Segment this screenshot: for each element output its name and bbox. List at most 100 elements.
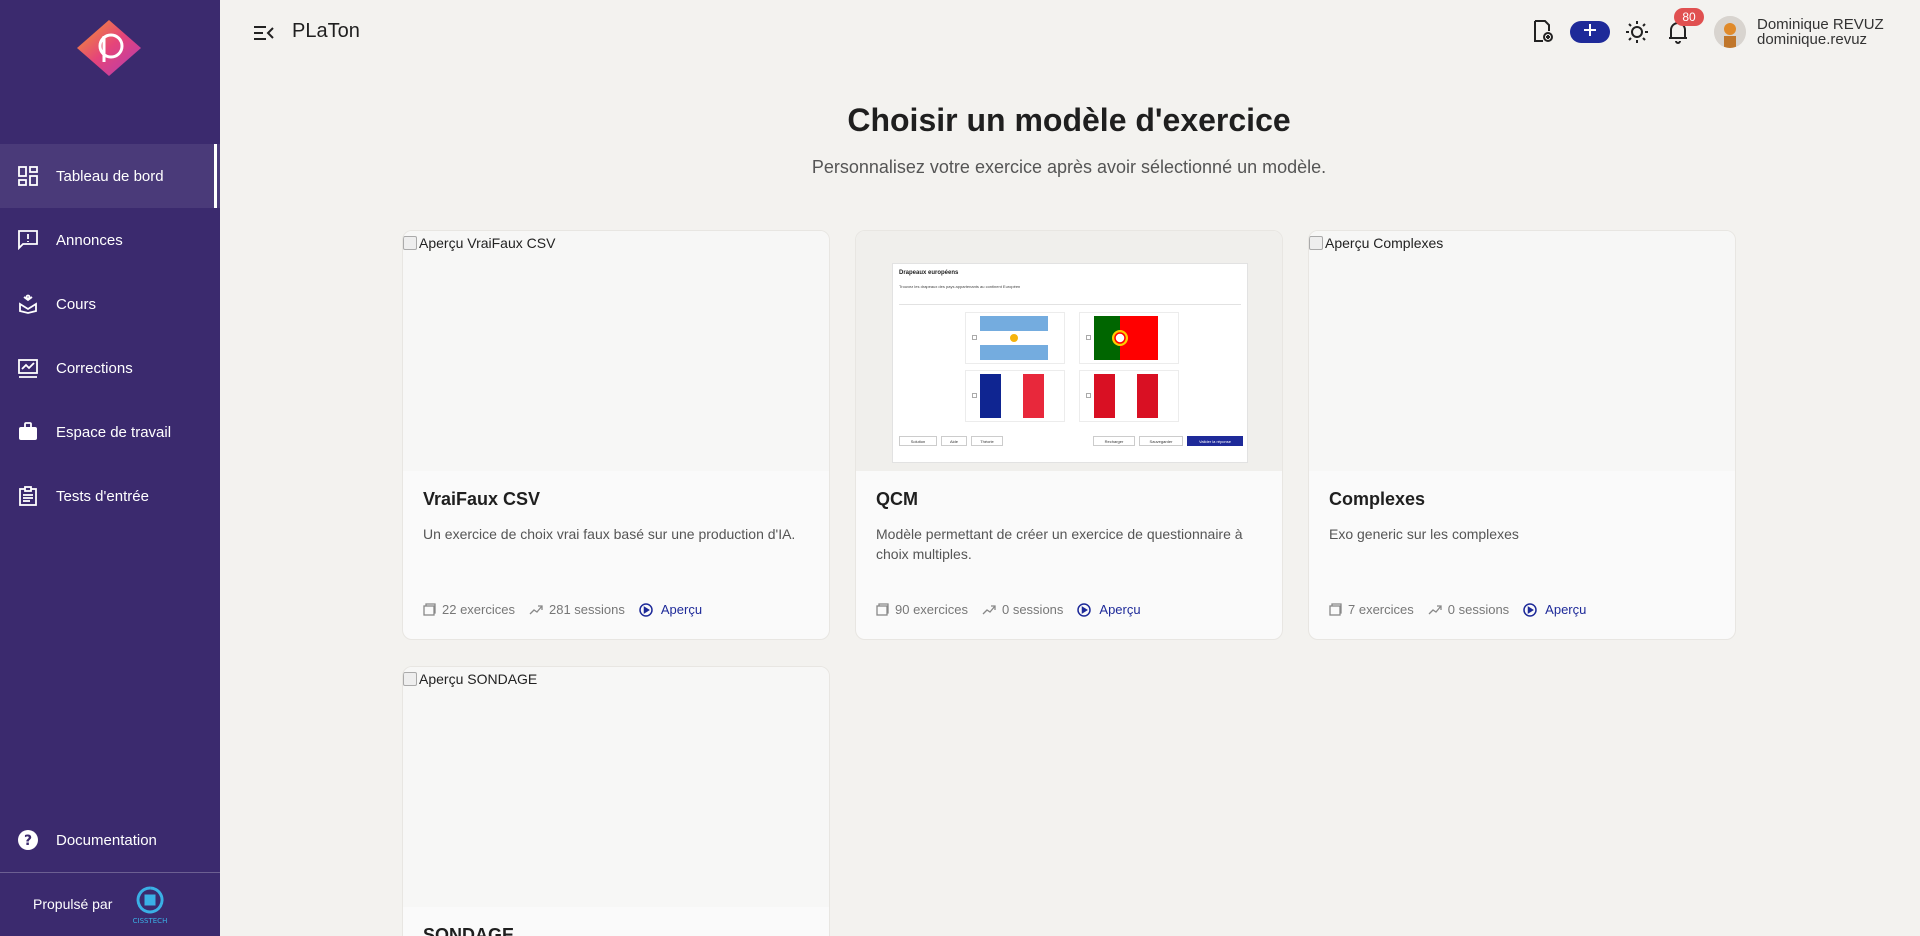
plus-icon bbox=[1583, 23, 1597, 42]
sidebar-item-label: Espace de travail bbox=[56, 423, 172, 441]
preview-link-label: Aperçu bbox=[1545, 602, 1587, 617]
card-meta: 90 exercices 0 sessions Aperçu bbox=[876, 602, 1141, 617]
menu-toggle-button[interactable] bbox=[252, 22, 276, 44]
svg-text:?: ? bbox=[24, 833, 32, 849]
sidebar-item-label: Cours bbox=[56, 295, 97, 313]
card-description: Modèle permettant de créer un exercice d… bbox=[876, 526, 1243, 562]
play-circle-icon bbox=[1523, 602, 1537, 617]
template-card[interactable]: Aperçu VraiFaux CSV VraiFaux CSV Un exer… bbox=[402, 230, 830, 640]
exercise-icon bbox=[423, 603, 436, 616]
exercise-count-text: 7 exercices bbox=[1348, 602, 1414, 617]
notification-count-badge: 80 bbox=[1674, 8, 1704, 26]
cisstech-logo[interactable]: CISSTECH bbox=[128, 884, 172, 926]
card-preview-image: Drapeaux européens Trouvez les drapeaux … bbox=[856, 231, 1282, 471]
flag-option-portugal bbox=[1079, 312, 1179, 364]
sidebar-item-workspace[interactable]: Espace de travail bbox=[0, 400, 220, 464]
card-description: Un exercice de choix vrai faux basé sur … bbox=[423, 526, 796, 542]
session-count: 0 sessions bbox=[982, 602, 1063, 617]
preview-link[interactable]: Aperçu bbox=[1077, 602, 1141, 617]
clipboard-icon bbox=[17, 485, 39, 507]
document-add-icon bbox=[1531, 19, 1553, 48]
trending-icon bbox=[529, 604, 543, 614]
flag-option-france bbox=[965, 370, 1065, 422]
exercise-count: 90 exercices bbox=[876, 602, 968, 617]
qcm-preview-screenshot: Drapeaux européens Trouvez les drapeaux … bbox=[892, 263, 1248, 463]
sidebar-item-announcements[interactable]: Annonces bbox=[0, 208, 220, 272]
play-circle-icon bbox=[1077, 602, 1092, 617]
card-meta: 22 exercices 281 sessions Aperçu bbox=[423, 602, 702, 617]
exercise-count-text: 90 exercices bbox=[895, 602, 968, 617]
session-count-text: 0 sessions bbox=[1447, 602, 1510, 617]
preview-theory-button: Théorie bbox=[971, 436, 1003, 446]
user-login[interactable]: dominique.revuz bbox=[1757, 31, 1867, 48]
sun-icon bbox=[1625, 20, 1649, 49]
image-alt-text: Aperçu SONDAGE bbox=[419, 671, 538, 687]
preview-reload-button: Recharger bbox=[1093, 436, 1135, 446]
template-card[interactable]: Aperçu SONDAGE SONDAGE bbox=[402, 666, 830, 936]
briefcase-icon bbox=[17, 421, 39, 443]
sidebar-item-label: Annonces bbox=[56, 231, 123, 249]
corrections-icon bbox=[17, 357, 39, 379]
card-preview-image: Aperçu Complexes bbox=[1309, 231, 1735, 471]
course-icon bbox=[17, 293, 39, 315]
theme-toggle-button[interactable] bbox=[1623, 20, 1651, 49]
card-meta: 7 exercices 0 sessions Aperçu bbox=[1329, 602, 1586, 617]
sidebar-item-entry-tests[interactable]: Tests d'entrée bbox=[0, 464, 220, 528]
platon-logo[interactable] bbox=[75, 18, 143, 78]
avatar[interactable] bbox=[1714, 16, 1746, 48]
new-document-button[interactable] bbox=[1530, 19, 1554, 48]
broken-image-icon: Aperçu Complexes bbox=[1309, 235, 1443, 251]
menu-collapse-icon bbox=[252, 26, 276, 48]
exercise-icon bbox=[876, 603, 889, 616]
image-alt-text: Aperçu Complexes bbox=[1325, 235, 1444, 251]
preview-solution-button: Solution bbox=[899, 436, 937, 446]
image-alt-text: Aperçu VraiFaux CSV bbox=[419, 235, 556, 251]
sidebar-item-label: Tests d'entrée bbox=[56, 487, 149, 505]
exercise-count: 22 exercices bbox=[423, 602, 515, 617]
preview-submit-button: Valider la réponse bbox=[1187, 436, 1243, 446]
broken-image-icon: Aperçu SONDAGE bbox=[403, 671, 537, 687]
preview-save-button: Sauvegarder bbox=[1139, 436, 1183, 446]
preview-link-label: Aperçu bbox=[660, 602, 703, 617]
card-preview-image: Aperçu VraiFaux CSV bbox=[403, 231, 829, 471]
session-count: 281 sessions bbox=[529, 602, 625, 617]
template-card[interactable]: Aperçu Complexes Complexes Exo generic s… bbox=[1308, 230, 1736, 640]
play-circle-icon bbox=[639, 602, 653, 617]
sidebar-divider bbox=[0, 872, 220, 873]
flag-option-peru bbox=[1079, 370, 1179, 422]
page-subtitle: Personnalisez votre exercice après avoir… bbox=[811, 157, 1327, 177]
app-title: PLaTon bbox=[292, 20, 360, 42]
card-title: VraiFaux CSV bbox=[423, 489, 541, 509]
template-card[interactable]: Drapeaux européens Trouvez les drapeaux … bbox=[855, 230, 1283, 640]
card-title: QCM bbox=[876, 489, 918, 509]
page-title: Choisir un modèle d'exercice bbox=[847, 102, 1291, 138]
trending-icon bbox=[1428, 604, 1442, 614]
session-count-text: 0 sessions bbox=[1001, 602, 1064, 617]
sidebar-item-courses[interactable]: Cours bbox=[0, 272, 220, 336]
preview-help-button: Aide bbox=[941, 436, 967, 446]
flag-option-argentina bbox=[965, 312, 1065, 364]
preview-exercise-title: Drapeaux européens bbox=[899, 270, 959, 276]
add-button[interactable] bbox=[1570, 21, 1610, 43]
preview-link[interactable]: Aperçu bbox=[1523, 602, 1586, 617]
preview-link[interactable]: Aperçu bbox=[639, 602, 702, 617]
help-icon: ? bbox=[17, 829, 39, 851]
card-title: Complexes bbox=[1329, 489, 1426, 509]
card-description: Exo generic sur les complexes bbox=[1329, 526, 1519, 542]
preview-link-label: Aperçu bbox=[1099, 602, 1141, 617]
trending-icon bbox=[982, 604, 996, 614]
exercise-count: 7 exercices bbox=[1329, 602, 1414, 617]
sidebar-item-documentation[interactable]: ? Documentation bbox=[0, 808, 220, 872]
announcement-icon bbox=[17, 229, 39, 251]
sidebar-item-label: Corrections bbox=[56, 359, 133, 377]
broken-image-icon: Aperçu VraiFaux CSV bbox=[403, 235, 555, 251]
session-count: 0 sessions bbox=[1428, 602, 1509, 617]
preview-exercise-subtitle: Trouvez les drapeaux des pays appartenan… bbox=[899, 284, 1021, 289]
sidebar: Tableau de bord Annonces Cours Correctio… bbox=[0, 0, 220, 936]
exercise-icon bbox=[1329, 603, 1342, 616]
card-title: SONDAGE bbox=[423, 925, 515, 936]
card-preview-image: Aperçu SONDAGE bbox=[403, 667, 829, 907]
sidebar-nav: Tableau de bord Annonces Cours Correctio… bbox=[0, 144, 220, 528]
sidebar-item-corrections[interactable]: Corrections bbox=[0, 336, 220, 400]
powered-by-text: Propulsé par bbox=[33, 896, 113, 912]
